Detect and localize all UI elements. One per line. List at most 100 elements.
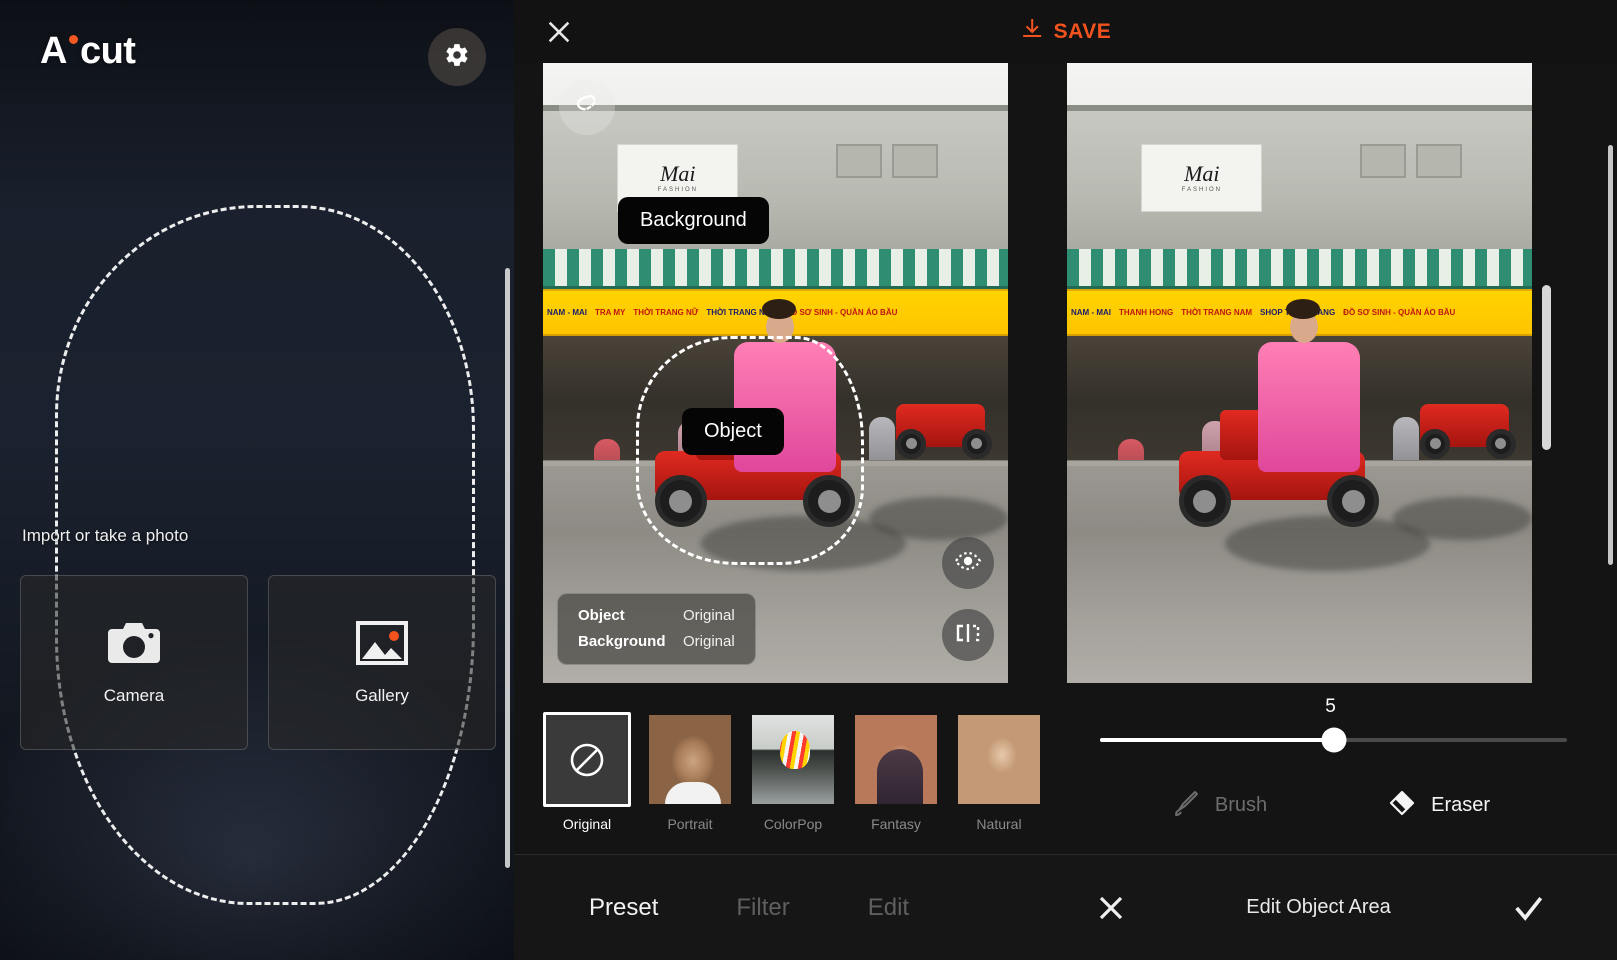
preview-area: Mai FASHION NAM - MAI TRA MY THỜI TRANG … [514,63,1617,688]
preset-item-fantasy[interactable]: Fantasy [852,712,940,854]
camera-button[interactable]: Camera [20,575,248,750]
lasso-icon [572,90,602,125]
brush-size-slider[interactable] [1100,738,1567,742]
info-key: Object [578,603,683,629]
close-icon [1096,910,1126,927]
brush-label: Brush [1215,794,1267,817]
preview-split-handle[interactable] [1542,285,1551,450]
tab-edit[interactable]: Edit [868,894,909,922]
street-scene-result-image: Mai FASHION NAM - MAI THANH HONG THỜI TR… [1067,63,1532,683]
preview-scrollbar[interactable] [1608,145,1613,565]
preset-item-natural[interactable]: Natural [955,712,1043,854]
preset-thumbnail [543,712,631,807]
preset-label: Original [543,816,631,832]
banner-text: ĐỒ SƠ SINH - QUẦN ÁO BẦU [1339,308,1459,317]
preset-label: Fantasy [852,816,940,832]
brush-button[interactable]: Brush [1171,788,1267,823]
eraser-icon [1387,788,1417,823]
edit-mode-title: Edit Object Area [1126,896,1511,919]
brush-eraser-toggle: Brush Eraser [1044,788,1617,823]
eraser-label: Eraser [1431,794,1490,817]
editor-tabs: Preset Filter Edit [514,894,909,922]
logo-text: cut [80,32,136,70]
tab-preset[interactable]: Preset [589,894,658,922]
preset-info-card: Object Original Background Original [557,593,756,665]
banner-text: THỜI TRANG NỮ [629,308,702,317]
tooltip-object: Object [682,408,784,455]
banner-text: THỜI TRANG NAM [1177,308,1256,317]
editor-bottombar: Preset Filter Edit Edit Object Area [514,854,1617,960]
tab-filter[interactable]: Filter [736,894,789,922]
brush-panel: 5 Brush [1044,688,1617,854]
preset-item-original[interactable]: Original [543,712,631,854]
info-value: Original [683,629,735,655]
home-background-overlay [0,0,514,960]
preview-result[interactable]: Mai FASHION NAM - MAI THANH HONG THỜI TR… [1067,63,1532,683]
mask-eye-icon [954,549,982,578]
editor-panel: SAVE Mai FASHION N [514,0,1617,960]
cancel-edit-button[interactable] [1096,893,1126,923]
slider-thumb[interactable] [1321,728,1346,753]
info-row: Object Original [578,603,735,629]
image-icon [354,619,410,672]
banner-text: ĐỒ SƠ SINH - QUẦN ÁO BẦU [781,308,901,317]
banner-text: NAM - MAI [543,308,591,317]
preset-thumbnail [955,712,1043,807]
download-icon [1020,17,1044,46]
import-hint-label: Import or take a photo [22,526,188,546]
settings-button[interactable] [428,28,486,86]
banner-text: THANH HONG [1115,308,1177,317]
shop-sign-result: Mai FASHION [1141,144,1262,212]
lasso-tool-button[interactable] [559,79,615,135]
camera-icon [106,619,162,672]
preset-thumbnail [852,712,940,807]
info-value: Original [683,603,735,629]
preset-label: Portrait [646,816,734,832]
preset-item-portrait[interactable]: Portrait [646,712,734,854]
preset-label: ColorPop [749,816,837,832]
tooltip-background: Background [618,197,769,244]
compare-split-icon [954,621,982,650]
close-icon [545,33,573,50]
compare-split-button[interactable] [942,609,994,661]
camera-label: Camera [104,686,164,706]
shop-sign-sub: FASHION [658,187,698,193]
gear-icon [444,42,470,73]
info-row: Background Original [578,629,735,655]
logo-initial: A [40,32,67,70]
gallery-button[interactable]: Gallery [268,575,496,750]
banner-text: TRA MY [591,308,629,317]
save-label: SAVE [1054,20,1112,44]
preset-item-colorpop[interactable]: ColorPop [749,712,837,854]
logo-dot-icon [69,35,78,44]
editor-topbar: SAVE [514,0,1617,63]
street-scene-image: Mai FASHION NAM - MAI TRA MY THỜI TRANG … [543,63,1008,683]
tools-strip: Original Portrait ColorPop Fantasy Natur… [514,688,1617,854]
shop-sign-name: Mai [1184,163,1219,185]
gallery-label: Gallery [355,686,409,706]
preset-thumbnail [749,712,837,807]
editor-close-button[interactable] [545,18,573,46]
home-scrollbar[interactable] [505,268,510,868]
brush-size-value: 5 [1325,696,1336,718]
mask-visibility-button[interactable] [942,537,994,589]
preset-thumbnail [646,712,734,807]
shop-sign-sub: FASHION [1182,187,1222,193]
banner-text: NAM - MAI [1067,308,1115,317]
check-icon [1511,912,1545,929]
preset-label: Natural [955,816,1043,832]
eraser-button[interactable]: Eraser [1387,788,1490,823]
preset-list[interactable]: Original Portrait ColorPop Fantasy Natur… [514,688,1044,854]
edit-mode-bar: Edit Object Area [1074,855,1617,960]
app-logo: A cut [40,32,135,70]
save-button[interactable]: SAVE [1020,17,1112,46]
home-screen-panel: A cut Import or take a photo Camera Gall… [0,0,514,960]
preview-source[interactable]: Mai FASHION NAM - MAI TRA MY THỜI TRANG … [543,63,1008,683]
info-key: Background [578,629,683,655]
slider-fill [1100,738,1334,742]
import-actions: Camera Gallery [20,575,496,750]
confirm-edit-button[interactable] [1511,891,1545,925]
shop-sign-name: Mai [660,163,695,185]
no-filter-icon [546,715,628,804]
brush-icon [1171,788,1201,823]
